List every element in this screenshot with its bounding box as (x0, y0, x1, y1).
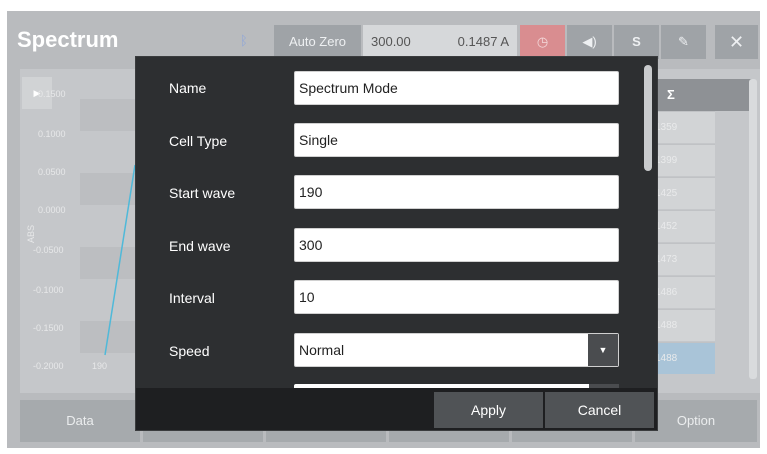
spectrum-plot (104, 164, 135, 356)
app-window: Spectrum ᛒ Auto Zero 300.00 0.1487 A ◷ ◀… (7, 11, 760, 448)
chevron-down-icon[interactable]: ▼ (588, 334, 618, 366)
speaker-icon: ◀) (582, 34, 597, 49)
absorbance-unit: A (500, 34, 509, 49)
mode-settings-dialog: Name Spectrum Mode Cell Type Single Star… (135, 56, 658, 431)
speed-value: Normal (299, 342, 345, 358)
sound-button[interactable]: ◀) (567, 25, 612, 59)
table-row-selected[interactable]: 1488 (655, 342, 715, 374)
table-row[interactable]: 1473 (655, 243, 715, 275)
table-row[interactable]: 1399 (655, 144, 715, 176)
cancel-button[interactable]: Cancel (545, 392, 654, 428)
timer-button[interactable]: ◷ (520, 25, 565, 59)
interval-label: Interval (169, 290, 215, 306)
end-wave-field[interactable]: 300 (294, 228, 619, 262)
table-row[interactable]: 1486 (655, 276, 715, 308)
table-row[interactable]: 1425 (655, 177, 715, 209)
absorbance-readout: 0.1487 A (425, 25, 517, 59)
edit-button[interactable]: ✎ (661, 25, 706, 59)
dialog-form: Name Spectrum Mode Cell Type Single Star… (136, 57, 657, 388)
cell-type-label: Cell Type (169, 133, 228, 149)
table-row[interactable]: 1488 (655, 309, 715, 341)
end-wave-label: End wave (169, 238, 231, 254)
apply-button[interactable]: Apply (434, 392, 543, 428)
dialog-scrollbar[interactable] (644, 65, 652, 171)
table-row[interactable]: 1452 (655, 210, 715, 242)
bluetooth-icon: ᛒ (240, 33, 248, 48)
app-title: Spectrum (17, 27, 119, 52)
sum-column-header: Σ (667, 87, 675, 102)
wavelength-readout: 300.00 (363, 25, 425, 59)
clock-icon: ◷ (536, 34, 549, 49)
name-field[interactable]: Spectrum Mode (294, 71, 619, 105)
start-wave-label: Start wave (169, 185, 236, 201)
dialog-footer: Apply Cancel (136, 388, 657, 430)
cell-type-field[interactable]: Single (294, 123, 619, 157)
edit-icon: ✎ (678, 34, 689, 49)
speed-label: Speed (169, 343, 210, 359)
auto-zero-button[interactable]: Auto Zero (274, 25, 361, 59)
speed-select[interactable]: Normal ▼ (294, 333, 619, 367)
close-button[interactable]: ✕ (715, 25, 758, 59)
nav-data-button[interactable]: Data (20, 400, 140, 442)
spectrum-line (104, 164, 135, 356)
table-row[interactable]: 1359 (655, 111, 715, 143)
interval-field[interactable]: 10 (294, 280, 619, 314)
table-header: Σ (655, 79, 753, 111)
close-icon: ✕ (728, 32, 745, 52)
name-label: Name (169, 80, 207, 96)
s-button[interactable]: S (614, 25, 659, 59)
table-scrollbar[interactable] (749, 79, 757, 379)
chart-panel: ▶ 0.1500 0.1000 0.0500 0.0000 -0.0500 -0… (20, 69, 135, 393)
absorbance-value: 0.1487 (457, 34, 498, 49)
start-wave-field[interactable]: 190 (294, 175, 619, 209)
